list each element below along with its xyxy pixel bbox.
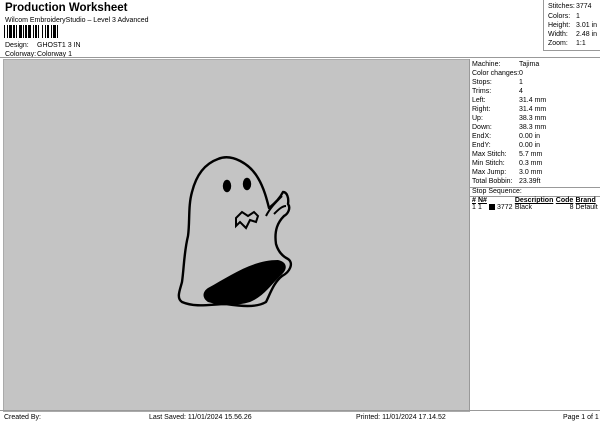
detail-label: Left: bbox=[472, 97, 486, 104]
detail-value: 31.4 mm bbox=[519, 97, 547, 104]
barcode-bar bbox=[51, 25, 52, 38]
stop-sequence-row: 1 1 3772 Black 8 Default bbox=[472, 204, 600, 211]
stop-sequence-table: # N# Description Code Brand 1 1 3772 Bla… bbox=[472, 197, 600, 211]
stop-stitches-cell: 3772 bbox=[489, 204, 515, 211]
barcode-bar bbox=[28, 25, 31, 38]
detail-value: 0.3 mm bbox=[519, 160, 543, 167]
detail-value: 3.0 mm bbox=[519, 169, 543, 176]
detail-value: 0.00 in bbox=[519, 133, 541, 140]
detail-value: 5.7 mm bbox=[519, 151, 543, 158]
summary-height-label: Height: bbox=[548, 22, 571, 29]
detail-label: Total Bobbin: bbox=[472, 178, 513, 185]
summary-height-value: 3.01 in bbox=[576, 22, 598, 29]
barcode-bar bbox=[42, 25, 43, 38]
ghost-right-eye bbox=[242, 177, 252, 191]
worksheet-title: Production Worksheet bbox=[5, 2, 128, 14]
footer-page-number: Page 1 of 1 bbox=[563, 414, 599, 421]
stop-stitches: 3772 bbox=[496, 204, 513, 211]
summary-box: Stitches: 3774 Colors: 1 Height: 3.01 in… bbox=[543, 0, 600, 51]
ghost-embroidery-design bbox=[177, 156, 293, 308]
header-divider bbox=[0, 57, 600, 58]
barcode-bar bbox=[38, 25, 39, 38]
detail-value: 1 bbox=[519, 79, 523, 86]
summary-colors-value: 1 bbox=[576, 13, 580, 20]
footer-last-saved: Last Saved: 11/01/2024 15.56.26 bbox=[149, 414, 252, 421]
thread-color-swatch bbox=[489, 204, 496, 211]
summary-zoom-value: 1:1 bbox=[576, 40, 586, 47]
detail-label: EndY: bbox=[472, 142, 491, 149]
barcode-bar bbox=[53, 25, 56, 38]
stop-sequence-heading: Stop Sequence: bbox=[472, 188, 522, 195]
col-header-description: Description bbox=[514, 197, 554, 204]
col-header-code: Code bbox=[555, 197, 574, 204]
stop-sequence-header-row: # N# Description Code Brand bbox=[472, 197, 600, 204]
footer-divider bbox=[0, 410, 600, 411]
footer-printed: Printed: 11/01/2024 17.14.52 bbox=[356, 414, 446, 421]
col-header-brand: Brand bbox=[575, 197, 596, 204]
footer-created-by: Created By: bbox=[4, 414, 41, 421]
detail-label: Stops: bbox=[472, 79, 492, 86]
barcode-bar bbox=[45, 25, 46, 38]
barcode-bar bbox=[19, 25, 22, 38]
detail-label: Up: bbox=[472, 115, 483, 122]
detail-label: Down: bbox=[472, 124, 492, 131]
ghost-left-eye bbox=[222, 179, 232, 193]
details-panel: Machine: Tajima Color changes: 0 Stops: 1 Trim… bbox=[469, 59, 600, 410]
detail-label: Color changes: bbox=[472, 70, 520, 77]
detail-label: EndX: bbox=[472, 133, 492, 140]
detail-value: 0.00 in bbox=[519, 142, 541, 149]
meta-design-value: GHOST1 3 IN bbox=[37, 42, 81, 49]
barcode-bar bbox=[4, 25, 5, 38]
meta-design-label: Design: bbox=[5, 42, 29, 49]
detail-value: 38.3 mm bbox=[519, 115, 547, 122]
barcode-bar bbox=[7, 25, 8, 38]
stop-description: Black bbox=[514, 204, 532, 211]
detail-value: 31.4 mm bbox=[519, 106, 547, 113]
stop-brand: Default bbox=[575, 204, 598, 211]
summary-stitches-value: 3774 bbox=[576, 3, 592, 10]
col-header-n: N# bbox=[477, 197, 487, 204]
summary-width-label: Width: bbox=[548, 31, 568, 38]
detail-label: Max Jump: bbox=[472, 169, 507, 176]
barcode-bar bbox=[13, 25, 15, 38]
barcode bbox=[4, 25, 58, 38]
summary-stitches-label: Stitches: bbox=[548, 3, 575, 10]
software-name: Wilcom EmbroideryStudio – Level 3 Advanc… bbox=[5, 17, 149, 24]
barcode-bar bbox=[9, 25, 12, 38]
detail-value: 38.3 mm bbox=[519, 124, 547, 131]
barcode-bar bbox=[57, 25, 58, 38]
summary-width-value: 2.48 in bbox=[576, 31, 598, 38]
detail-label: Min Stitch: bbox=[472, 160, 505, 167]
detail-value: 23.39ft bbox=[519, 178, 541, 185]
detail-value: 4 bbox=[519, 88, 523, 95]
barcode-bar bbox=[33, 25, 34, 38]
barcode-bar bbox=[25, 25, 27, 38]
stop-code: 8 bbox=[569, 204, 574, 211]
barcode-bar bbox=[23, 25, 24, 38]
barcode-bar bbox=[16, 25, 17, 38]
barcode-bar bbox=[35, 25, 37, 38]
detail-label: Right: bbox=[472, 106, 491, 113]
barcode-bar bbox=[47, 25, 49, 38]
col-header-stitches bbox=[489, 197, 515, 204]
detail-label: Machine: bbox=[472, 61, 501, 68]
summary-colors-label: Colors: bbox=[548, 13, 571, 20]
detail-value: Tajima bbox=[519, 61, 540, 68]
detail-label: Trims: bbox=[472, 88, 492, 95]
detail-value: 0 bbox=[519, 70, 523, 77]
summary-zoom-label: Zoom: bbox=[548, 40, 568, 47]
detail-label: Max Stitch: bbox=[472, 151, 507, 158]
stop-n: 1 bbox=[477, 204, 482, 211]
